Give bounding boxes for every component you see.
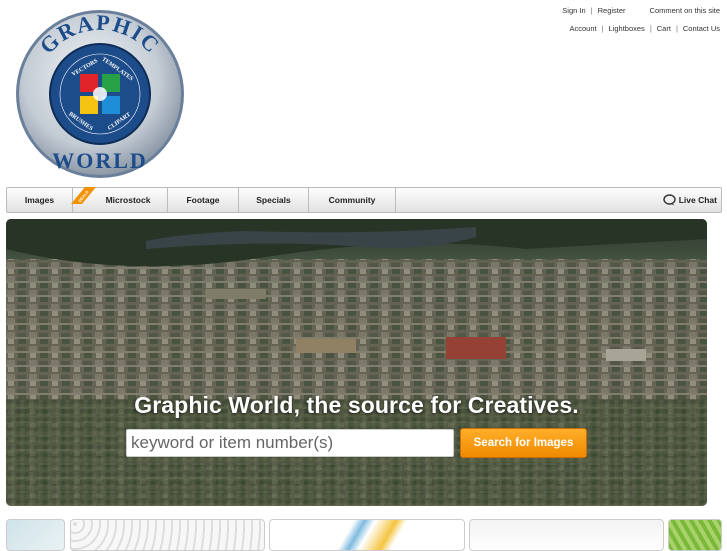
search-input[interactable] xyxy=(126,429,454,457)
thumbnail-3[interactable] xyxy=(269,519,465,551)
deals-badge-icon: DEALS xyxy=(71,187,96,204)
contact-us-link[interactable]: Contact Us xyxy=(683,24,720,33)
top-links-row2: Account | Lightboxes | Cart | Contact Us xyxy=(569,24,720,33)
cart-link[interactable]: Cart xyxy=(657,24,671,33)
thumbnail-5[interactable] xyxy=(668,519,722,551)
live-chat-button[interactable]: Live Chat xyxy=(663,188,717,212)
sign-in-link[interactable]: Sign In xyxy=(562,6,585,15)
divider: | xyxy=(590,6,593,15)
register-link[interactable]: Register xyxy=(598,6,626,15)
account-link[interactable]: Account xyxy=(569,24,596,33)
main-nav: Images DEALS Microstock Footage Specials… xyxy=(6,187,722,213)
nav-images[interactable]: Images xyxy=(7,188,73,212)
nav-microstock-label: Microstock xyxy=(105,195,151,205)
nav-specials[interactable]: Specials xyxy=(239,188,309,212)
aerial-town-photo xyxy=(6,219,707,506)
search-for-images-button[interactable]: Search for Images xyxy=(460,428,587,458)
top-links-row1: Sign In | Register Comment on this site xyxy=(562,6,720,15)
thumbnail-2[interactable] xyxy=(70,519,265,551)
live-chat-label: Live Chat xyxy=(678,195,717,205)
featured-thumbnails xyxy=(0,519,727,551)
divider: | xyxy=(675,24,678,33)
svg-text:WORLD: WORLD xyxy=(52,148,148,173)
lightboxes-link[interactable]: Lightboxes xyxy=(609,24,645,33)
nav-microstock[interactable]: DEALS Microstock xyxy=(71,187,168,212)
hero-title: Graphic World, the source for Creatives. xyxy=(134,392,579,418)
chat-bubble-icon xyxy=(663,194,676,206)
hero-banner: Graphic World, the source for Creatives.… xyxy=(6,219,707,506)
thumbnail-1[interactable] xyxy=(6,519,65,551)
divider: | xyxy=(649,24,652,33)
graphic-world-logo[interactable]: VECTORS TEMPLATES BRUSHES CLIPART GRAPHI… xyxy=(14,8,186,180)
thumbnail-4[interactable] xyxy=(469,519,664,551)
nav-community[interactable]: Community xyxy=(309,188,396,212)
nav-footage[interactable]: Footage xyxy=(168,188,239,212)
comment-link[interactable]: Comment on this site xyxy=(650,6,720,15)
divider: | xyxy=(601,24,604,33)
